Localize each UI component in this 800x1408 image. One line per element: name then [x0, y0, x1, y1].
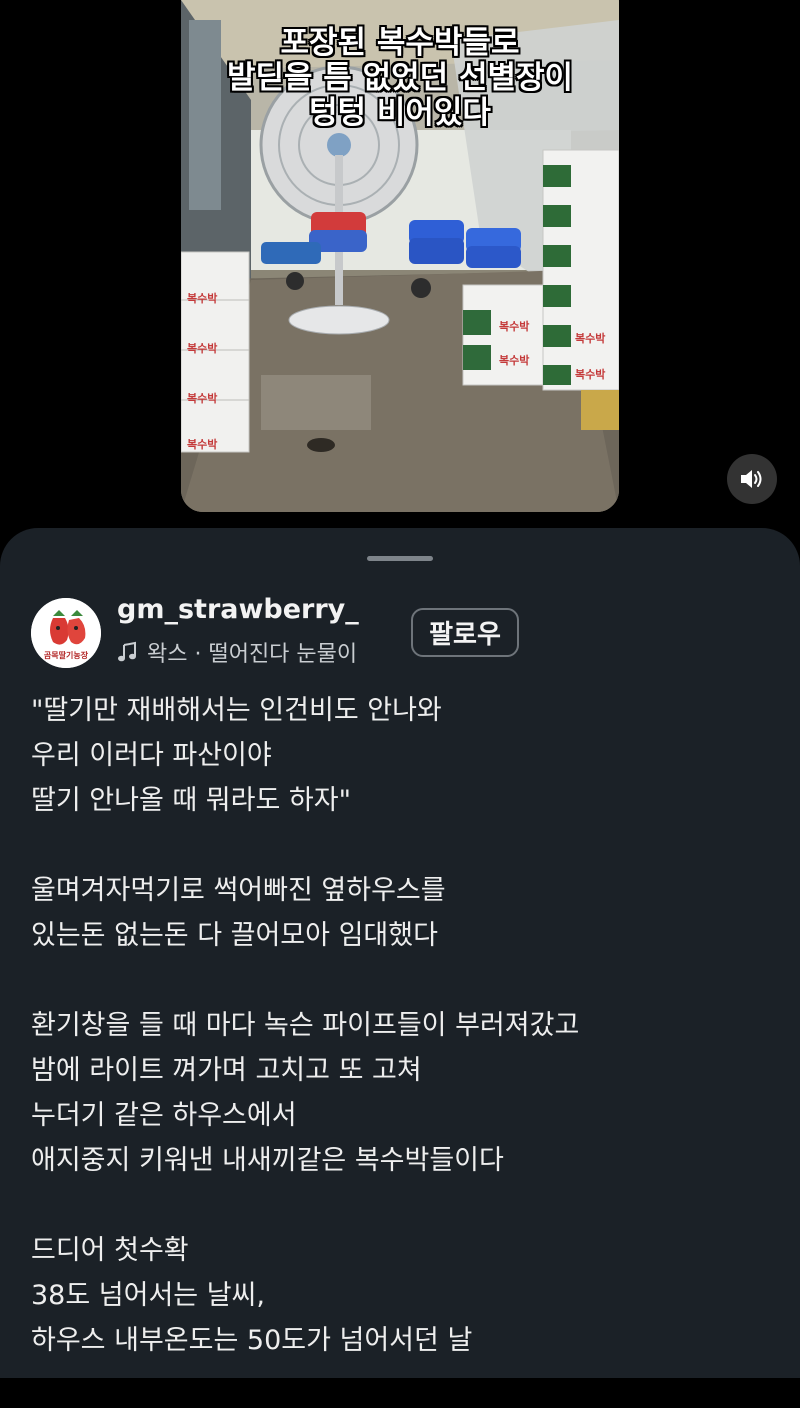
caption-line: "딸기만 재배해서는 인건비도 안나와 — [31, 695, 442, 726]
box-label: 복수박 — [575, 368, 606, 381]
box-label: 복수박 — [187, 292, 218, 305]
caption-paragraph: 울며겨자먹기로 썩어빠진 옆하우스를 있는돈 없는돈 다 끌어모아 임대했다 — [31, 868, 771, 958]
music-info[interactable]: 왁스 · 떨어진다 눈물이 — [117, 638, 358, 667]
strawberry-logo-icon: 곰목딸기농장 — [31, 598, 101, 668]
caption-line: 우리 이러다 파산이야 — [31, 740, 272, 771]
mute-button[interactable] — [727, 454, 777, 504]
caption-paragraph: "딸기만 재배해서는 인건비도 안나와 우리 이러다 파산이야 딸기 안나올 때… — [31, 688, 771, 823]
caption-line: 울며겨자먹기로 썩어빠진 옆하우스를 — [31, 875, 446, 906]
video-player[interactable]: 복수박 복수박 복수박 복수박 복수박 복수박 복수박 복수박 포장된 복수박들… — [181, 0, 619, 512]
box-label: 복수박 — [499, 354, 530, 367]
box-label: 복수박 — [575, 332, 606, 345]
username[interactable]: gm_strawberry_ — [117, 594, 359, 625]
follow-button[interactable]: 팔로우 — [411, 608, 519, 657]
avatar-text: 곰목딸기농장 — [44, 650, 89, 660]
post-sheet: 곰목딸기농장 gm_strawberry_ 왁스 · 떨어진다 눈물이 팔로우 … — [0, 528, 800, 1378]
speaker-icon — [741, 470, 762, 488]
music-text: 왁스 · 떨어진다 눈물이 — [147, 642, 358, 667]
caption-line: 밤에 라이트 껴가며 고치고 또 고쳐 — [31, 1055, 422, 1086]
box-label: 복수박 — [187, 438, 218, 451]
caption-line: 38도 넘어서는 날씨, — [31, 1280, 265, 1311]
video-caption-line: 포장된 복수박들로 — [280, 25, 520, 61]
caption-line: 있는돈 없는돈 다 끌어모아 임대했다 — [31, 920, 438, 951]
caption-paragraph: 드디어 첫수확 38도 넘어서는 날씨, 하우스 내부온도는 50도가 넘어서던… — [31, 1228, 771, 1363]
drag-handle[interactable] — [367, 556, 433, 561]
caption-line: 애지중지 키워낸 내새끼같은 복수박들이다 — [31, 1145, 504, 1176]
caption-paragraph: 환기창을 들 때 마다 녹슨 파이프들이 부러져갔고 밤에 라이트 껴가며 고치… — [31, 1003, 771, 1183]
video-caption-line: 텅텅 비어있다 — [309, 95, 491, 131]
caption-line: 드디어 첫수확 — [31, 1235, 189, 1266]
box-label: 복수박 — [187, 392, 218, 405]
caption-line: 하우스 내부온도는 50도가 넘어서던 날 — [31, 1325, 473, 1356]
caption-line: 딸기 안나올 때 뭐라도 하자" — [31, 785, 351, 816]
post-caption: "딸기만 재배해서는 인건비도 안나와 우리 이러다 파산이야 딸기 안나올 때… — [31, 688, 771, 1408]
box-label: 복수박 — [499, 320, 530, 333]
music-note-icon — [118, 641, 136, 662]
caption-line: 환기창을 들 때 마다 녹슨 파이프들이 부러져갔고 — [31, 1010, 580, 1041]
avatar[interactable]: 곰목딸기농장 — [31, 598, 101, 668]
caption-line: 누더기 같은 하우스에서 — [31, 1100, 297, 1131]
box-label: 복수박 — [187, 342, 218, 355]
video-caption: 포장된 복수박들로 발딛을 틈 없었던 선별장이 텅텅 비어있다 — [181, 26, 619, 131]
video-caption-line: 발딛을 틈 없었던 선별장이 — [226, 60, 574, 96]
